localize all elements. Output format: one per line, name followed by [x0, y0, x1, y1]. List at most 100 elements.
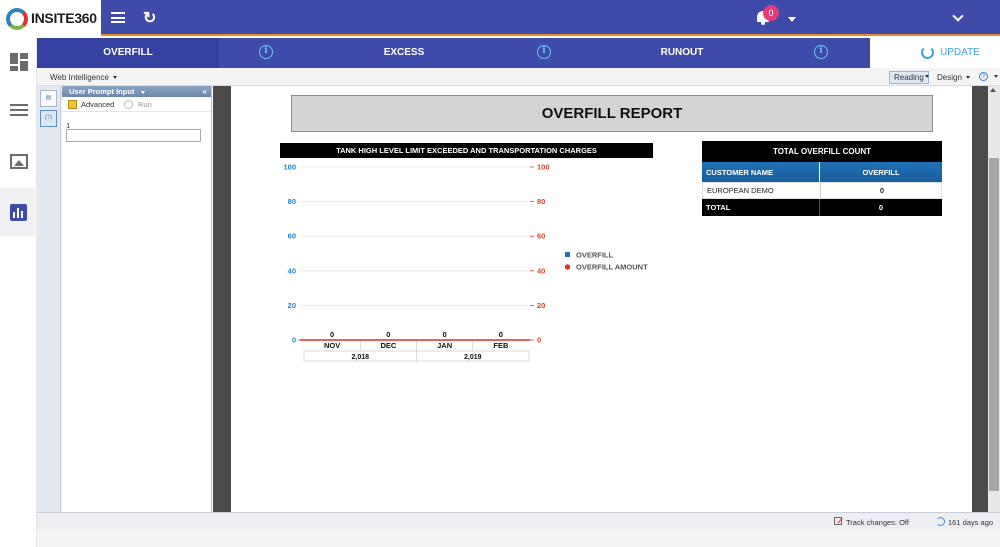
panel-tool-strip: ▤ (?)	[37, 86, 61, 512]
list-icon	[9, 101, 28, 119]
sidebar-item-reports[interactable]	[0, 188, 37, 236]
data-label: 0	[386, 330, 390, 339]
design-label: Design	[937, 73, 962, 82]
year-label: 2,018	[351, 354, 369, 361]
web-intelligence-menu[interactable]: Web Intelligence	[50, 73, 117, 82]
y-tick-label: 60	[288, 232, 296, 241]
tab-runout[interactable]: RUNOUT	[591, 38, 773, 68]
update-icon	[921, 46, 934, 59]
x-tick-label: FEB	[493, 341, 509, 350]
y-tick-label: 100	[283, 163, 296, 172]
dashboard-icon	[9, 53, 28, 71]
refresh-icon[interactable]: ↻	[143, 8, 156, 28]
update-button[interactable]: UPDATE	[870, 38, 1000, 68]
y2-tick-label: 20	[537, 301, 545, 310]
y-tick-label: 0	[292, 336, 296, 345]
x-tick-label: DEC	[380, 341, 396, 350]
help-dropdown-icon[interactable]	[994, 75, 998, 78]
sidebar-item-images[interactable]	[0, 137, 37, 185]
reading-dropdown-icon[interactable]	[925, 75, 929, 78]
y2-tick-label: 80	[537, 197, 545, 206]
report-title: OVERFILL REPORT	[291, 95, 933, 132]
user-menu-chevron-icon[interactable]	[952, 10, 964, 22]
image-icon	[9, 153, 28, 169]
data-label: 0	[443, 330, 447, 339]
run-icon	[124, 100, 133, 109]
logo[interactable]: INSITE360	[0, 0, 101, 36]
top-bar: INSITE360 ↻ 0	[0, 0, 1000, 36]
year-label: 2,019	[464, 354, 482, 361]
column-header-customer: CUSTOMER NAME	[706, 167, 773, 177]
runout-info-icon[interactable]: i	[814, 45, 828, 59]
run-button: Run	[138, 100, 152, 109]
status-bar: Track changes: Off 161 days ago	[37, 512, 1000, 529]
chart-title: TANK HIGH LEVEL LIMIT EXCEEDED AND TRANS…	[280, 143, 653, 158]
document-structure-icon[interactable]: ▤	[40, 90, 57, 107]
bottom-strip	[37, 529, 1000, 547]
legend-swatch-overfill	[565, 252, 570, 257]
track-changes-status[interactable]: Track changes: Off	[846, 518, 909, 527]
logo-icon	[6, 8, 28, 30]
total-table-header: CUSTOMER NAME OVERFILL	[702, 162, 942, 182]
prompt-toolbar: Advanced Run	[62, 97, 211, 112]
tab-overfill[interactable]: OVERFILL	[37, 38, 219, 68]
user-prompt-icon[interactable]: (?)	[40, 110, 57, 127]
prompt-panel-header: User Prompt Input «	[62, 86, 211, 97]
y2-tick-label: 40	[537, 266, 545, 275]
prompt-panel-title: User Prompt Input	[69, 87, 135, 96]
sidebar-item-list[interactable]	[0, 86, 37, 134]
total-label-cell: TOTAL	[706, 203, 731, 212]
scrollbar-thumb[interactable]	[989, 158, 999, 491]
collapse-panel-icon[interactable]: «	[203, 86, 207, 97]
x-tick-label: JAN	[437, 341, 452, 350]
y2-tick-label: 100	[537, 163, 550, 172]
y2-tick-label: 0	[537, 336, 541, 345]
sidebar-item-dashboard[interactable]	[0, 38, 37, 86]
tab-excess[interactable]: EXCESS	[313, 38, 495, 68]
last-refresh-status: 161 days ago	[948, 518, 994, 527]
overfill-info-icon[interactable]: i	[259, 45, 273, 59]
scroll-up-icon[interactable]	[990, 88, 996, 92]
web-intelligence-label: Web Intelligence	[50, 73, 109, 82]
total-table-title: TOTAL OVERFILL COUNT	[702, 141, 942, 162]
y-tick-label: 80	[288, 197, 296, 206]
advanced-icon[interactable]	[68, 100, 77, 109]
overfill-chart: 0 20 40 60 80 100 0 20 40 60 80 100 0 NOV 0 DEC 0 JAN 0 FEB…	[283, 163, 648, 362]
y2-tick-label: 60	[537, 232, 545, 241]
notification-badge: 0	[763, 5, 779, 21]
x-tick-label: NOV	[324, 341, 340, 350]
total-value-cell: 0	[819, 199, 942, 216]
table-row: EUROPEAN DEMO 0	[702, 182, 942, 199]
prompt-input[interactable]	[66, 129, 201, 142]
legend-label-overfill: OVERFILL	[576, 251, 614, 260]
excess-info-icon[interactable]: i	[537, 45, 551, 59]
logo-text: INSITE360	[31, 10, 97, 26]
help-icon[interactable]: ?	[979, 72, 988, 81]
menu-icon[interactable]	[111, 12, 125, 23]
chevron-down-icon	[113, 76, 117, 80]
bi-toolbar: Web Intelligence Reading Design ?	[37, 68, 1000, 86]
sidebar	[0, 38, 37, 547]
y-tick-label: 40	[288, 266, 296, 275]
legend-label-overfill-amount: OVERFILL AMOUNT	[576, 263, 648, 272]
data-label: 0	[330, 330, 334, 339]
user-prompt-panel: User Prompt Input « Advanced Run 1	[62, 86, 211, 512]
last-refresh-icon	[936, 517, 945, 526]
table-total-row: TOTAL 0	[702, 199, 942, 216]
data-label: 0	[499, 330, 503, 339]
customer-name-cell: EUROPEAN DEMO	[707, 186, 774, 195]
track-changes-icon[interactable]	[834, 517, 842, 525]
design-mode-button[interactable]: Design	[937, 73, 970, 82]
report-tabs: OVERFILL i EXCESS i RUNOUT i	[37, 38, 1000, 68]
notifications-dropdown-icon[interactable]	[788, 17, 796, 22]
chevron-down-icon[interactable]	[140, 90, 145, 94]
bar-chart-icon	[10, 203, 27, 221]
y-tick-label: 20	[288, 301, 296, 310]
legend-swatch-overfill-amount	[564, 264, 571, 270]
advanced-button[interactable]: Advanced	[81, 100, 114, 109]
overfill-value-cell: 0	[820, 183, 943, 198]
reading-mode-button[interactable]: Reading	[889, 71, 929, 84]
update-label: UPDATE	[940, 47, 980, 58]
chevron-down-icon	[965, 76, 970, 80]
side-panel: ▤ (?) User Prompt Input « Advanced Run 1	[37, 86, 212, 512]
